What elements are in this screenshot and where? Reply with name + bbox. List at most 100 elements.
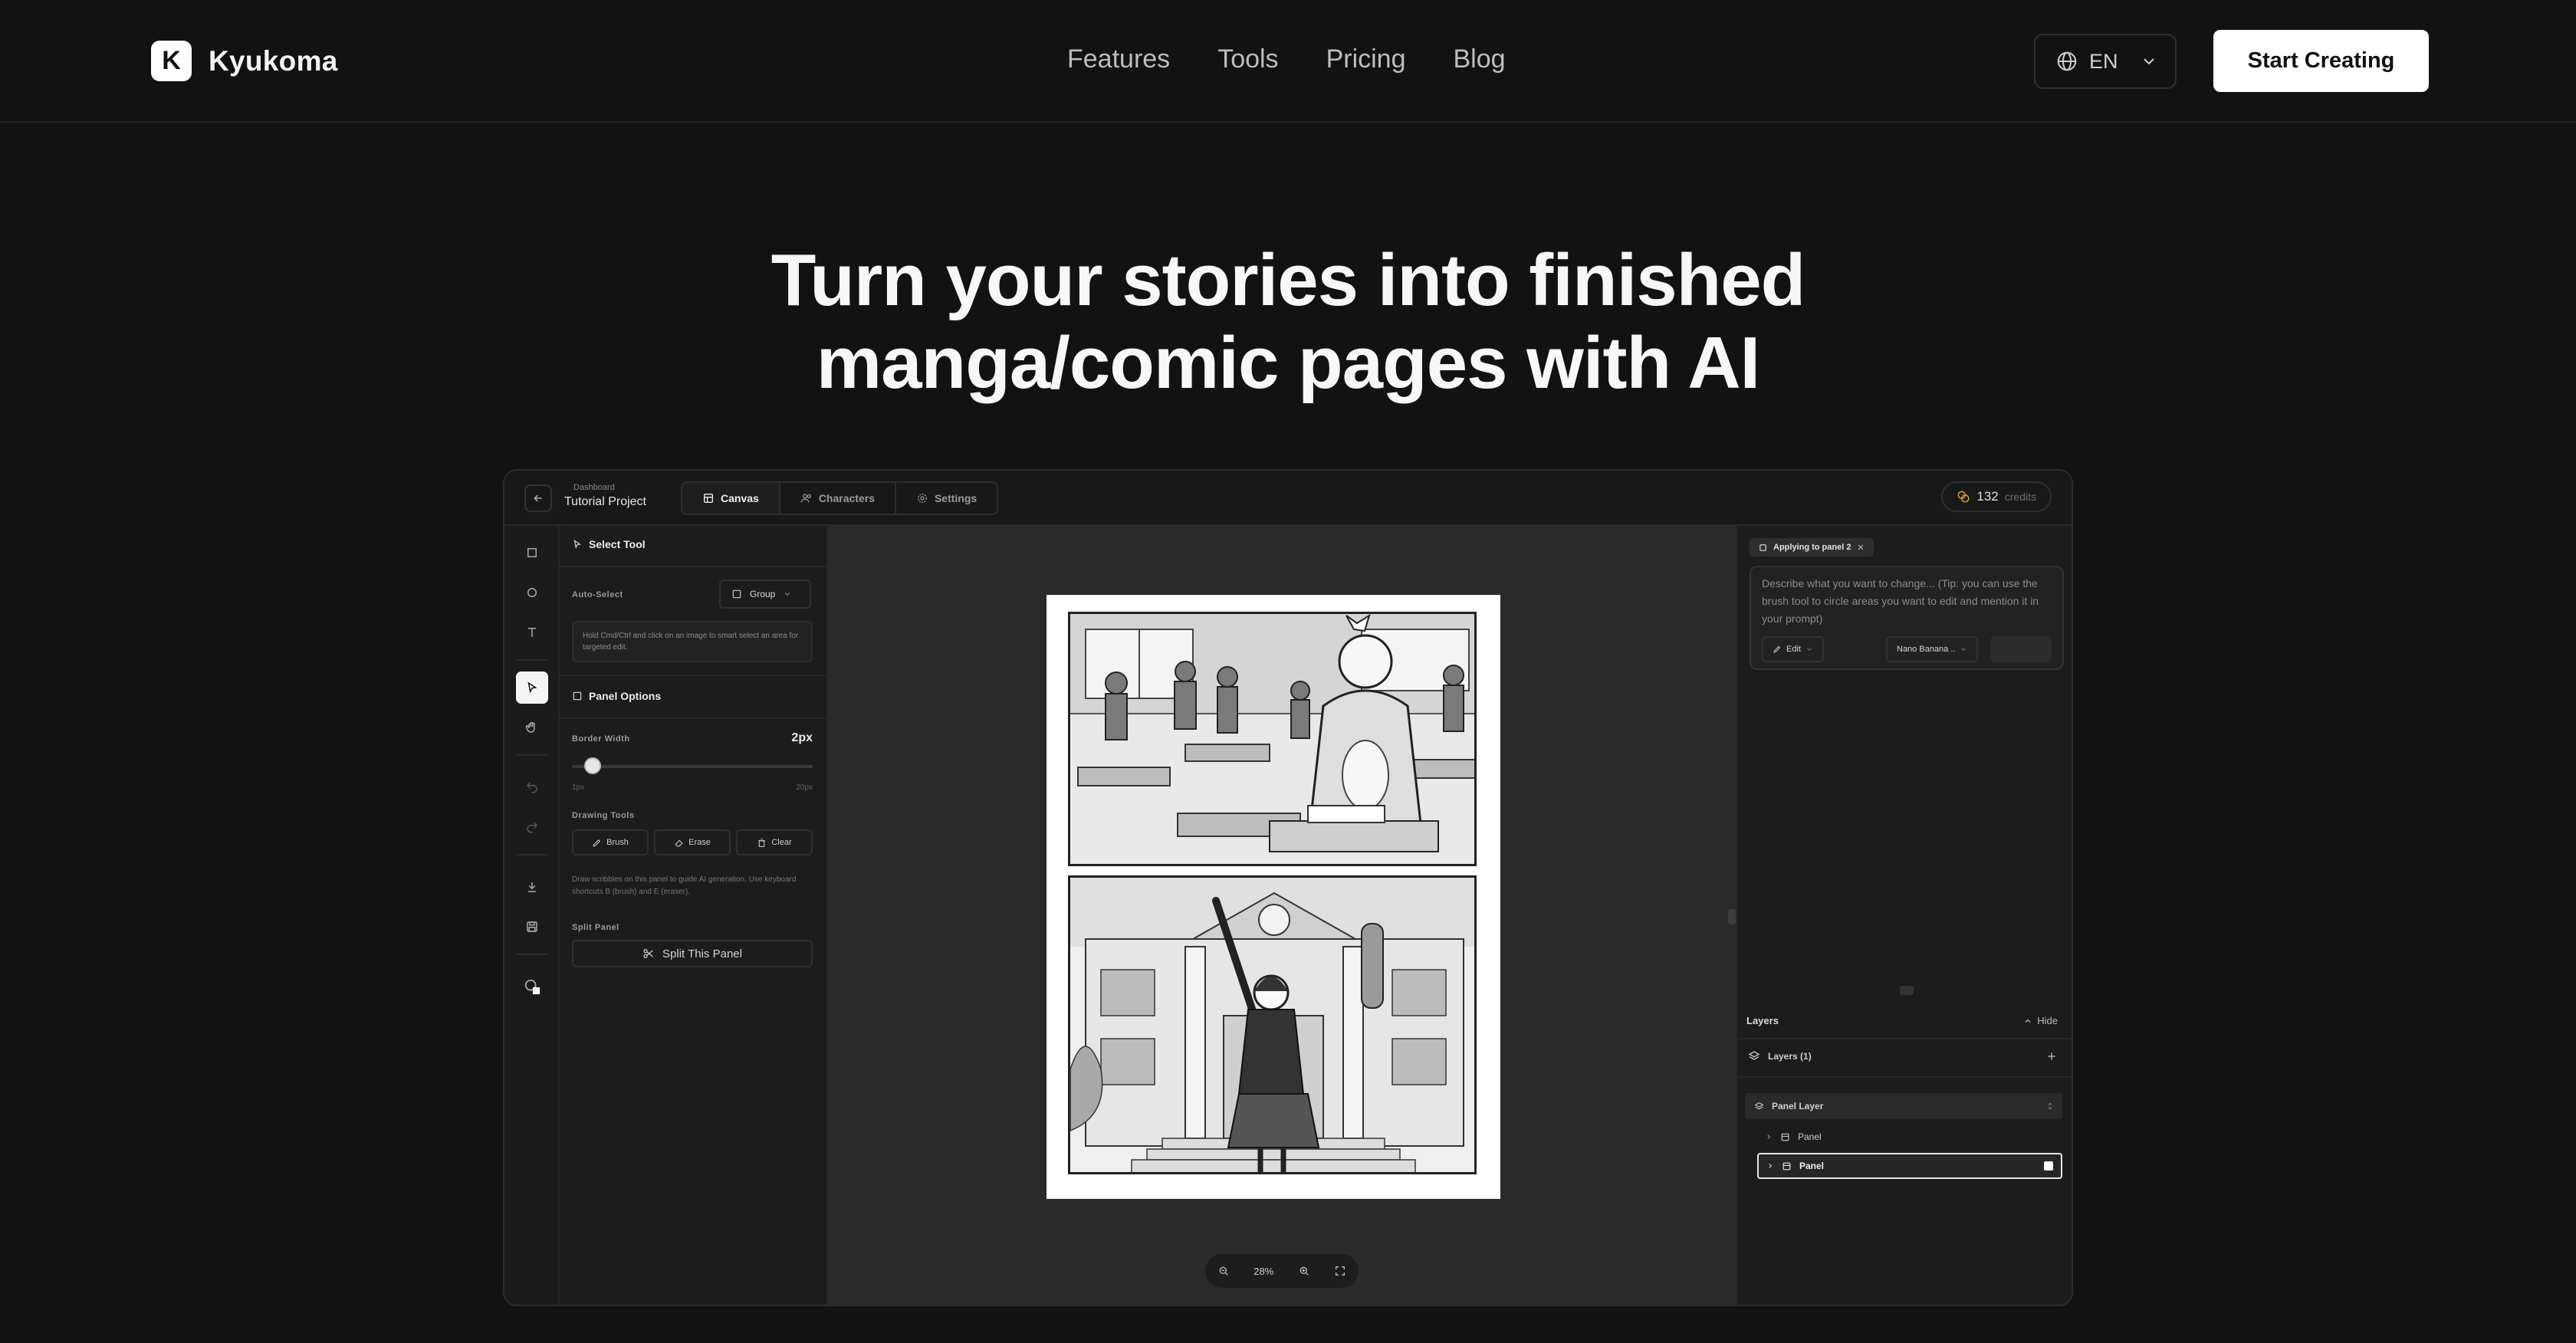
redo-button[interactable] [516, 811, 548, 843]
ai-edit-panel: Applying to panel 2 Describe what you wa… [1736, 526, 2072, 1305]
credits-count: 132 [1976, 489, 1999, 504]
border-width-value: 2px [791, 731, 813, 744]
zoom-in-icon[interactable] [1298, 1265, 1310, 1277]
prompt-placeholder: Describe what you want to change... (Tip… [1762, 577, 2039, 625]
add-layer-button[interactable] [2045, 1047, 2058, 1067]
layer-group-panel-layer[interactable]: Panel Layer [1745, 1093, 2062, 1119]
download-button[interactable] [516, 871, 548, 903]
auto-select-label: Auto-Select [572, 590, 623, 599]
square-icon [1760, 543, 1766, 551]
language-selector[interactable]: EN [2034, 34, 2177, 89]
generate-button[interactable] [1990, 636, 2052, 662]
editor-canvas[interactable]: 28% [828, 526, 1736, 1305]
brand-logo[interactable]: K Kyukoma [151, 41, 338, 81]
ellipse-tool[interactable] [516, 576, 548, 609]
coins-icon [1957, 491, 1970, 503]
text-tool[interactable] [516, 616, 548, 649]
divider [560, 717, 826, 719]
comic-panel-2[interactable] [1068, 875, 1477, 1174]
fullscreen-icon[interactable] [1334, 1265, 1346, 1277]
layer-item-panel-2[interactable]: Panel [1757, 1153, 2062, 1179]
panel-icon [1783, 1162, 1791, 1170]
pencil-icon [1773, 645, 1781, 653]
undo-button[interactable] [516, 771, 548, 803]
hide-layers-button[interactable]: Hide [2023, 1015, 2058, 1026]
tab-canvas[interactable]: Canvas [682, 483, 780, 514]
editor-tabs: Canvas Characters Settings [681, 481, 999, 515]
tab-characters[interactable]: Characters [780, 483, 896, 514]
hero-title-line-2: manga/comic pages with AI [816, 322, 1760, 404]
layers-icon [1748, 1051, 1760, 1060]
save-icon [527, 921, 537, 932]
clear-button[interactable]: Clear [736, 829, 813, 855]
chevron-right-icon[interactable] [1765, 1133, 1773, 1141]
applying-to-panel-chip[interactable]: Applying to panel 2 [1750, 538, 1875, 557]
nav-link-blog[interactable]: Blog [1454, 44, 1506, 74]
border-width-label: Border Width [572, 734, 630, 744]
save-button[interactable] [516, 911, 548, 943]
comic-panel-1[interactable] [1068, 612, 1477, 866]
zoom-out-icon[interactable] [1217, 1265, 1230, 1277]
border-width-slider-track[interactable] [572, 765, 813, 768]
hero-title-line-1: Turn your stories into finished [770, 239, 1806, 321]
drawing-tools-label: Drawing Tools [572, 811, 635, 820]
start-creating-button[interactable]: Start Creating [2213, 30, 2429, 92]
auto-select-hint: Hold Cmd/Ctrl and click on an image to s… [572, 621, 813, 662]
hand-tool[interactable] [516, 711, 548, 744]
brush-label: Brush [606, 838, 629, 847]
rail-divider [517, 754, 547, 756]
comic-page[interactable] [1046, 595, 1500, 1199]
nav-link-tools[interactable]: Tools [1217, 44, 1278, 74]
credits-unit: credits [2004, 491, 2036, 503]
credits-badge[interactable]: 132 credits [1941, 481, 2052, 512]
slider-max-label: 20px [796, 783, 813, 792]
prompt-input[interactable]: Describe what you want to change... (Tip… [1750, 566, 2064, 670]
close-icon[interactable] [1857, 543, 1865, 551]
square-icon [732, 589, 741, 599]
border-width-slider-handle[interactable] [583, 757, 601, 774]
cursor-icon [527, 681, 537, 694]
tab-settings-label: Settings [934, 492, 978, 504]
brush-button[interactable]: Brush [572, 829, 649, 855]
users-icon [800, 494, 811, 503]
rectangle-tool[interactable] [516, 537, 548, 569]
applying-to-panel-label: Applying to panel 2 [1773, 543, 1852, 552]
back-button[interactable] [524, 484, 552, 512]
panel-resize-handle[interactable] [1728, 909, 1736, 924]
split-panel-button[interactable]: Split This Panel [572, 940, 813, 967]
rail-divider [517, 954, 547, 955]
cursor-icon [573, 540, 582, 549]
circle-icon [527, 588, 537, 597]
tab-canvas-label: Canvas [721, 492, 759, 504]
panel-options-title: Panel Options [589, 690, 662, 702]
nav-link-features[interactable]: Features [1067, 44, 1170, 74]
erase-label: Erase [688, 838, 711, 847]
layers-resize-handle[interactable] [1900, 986, 1914, 995]
layers-toolbar: Layers (1) [1737, 1038, 2072, 1078]
eraser-icon [675, 839, 683, 846]
erase-button[interactable]: Erase [654, 829, 731, 855]
panel-options-header: Panel Options [572, 690, 661, 702]
layer-item-label: Panel [1799, 1161, 1825, 1171]
tab-settings[interactable]: Settings [896, 483, 997, 514]
select-tool[interactable] [516, 672, 548, 704]
color-picker[interactable] [516, 970, 548, 1003]
chevron-down-icon [2140, 52, 2158, 71]
undo-icon [526, 782, 537, 793]
auto-select-dropdown[interactable]: Group [719, 580, 811, 609]
layer-item-panel-1[interactable]: Panel [1757, 1124, 2062, 1150]
layers-count-label: Layers (1) [1768, 1051, 1812, 1062]
slider-min-label: 1px [572, 783, 585, 792]
nav-link-pricing[interactable]: Pricing [1326, 44, 1406, 74]
breadcrumb-parent[interactable]: Dashboard [573, 483, 615, 492]
chevron-down-icon [1961, 648, 1967, 651]
chevron-down-icon [1807, 648, 1812, 651]
brush-icon [593, 839, 601, 847]
redo-icon [527, 822, 538, 833]
edit-mode-dropdown[interactable]: Edit [1762, 636, 1824, 662]
sort-icon[interactable] [2045, 1102, 2055, 1111]
plus-icon [2048, 1052, 2055, 1060]
chevron-right-icon[interactable] [1766, 1162, 1774, 1170]
top-navigation: K Kyukoma Features Tools Pricing Blog EN… [0, 0, 2576, 123]
model-select[interactable]: Nano Banana .. [1886, 636, 1979, 662]
